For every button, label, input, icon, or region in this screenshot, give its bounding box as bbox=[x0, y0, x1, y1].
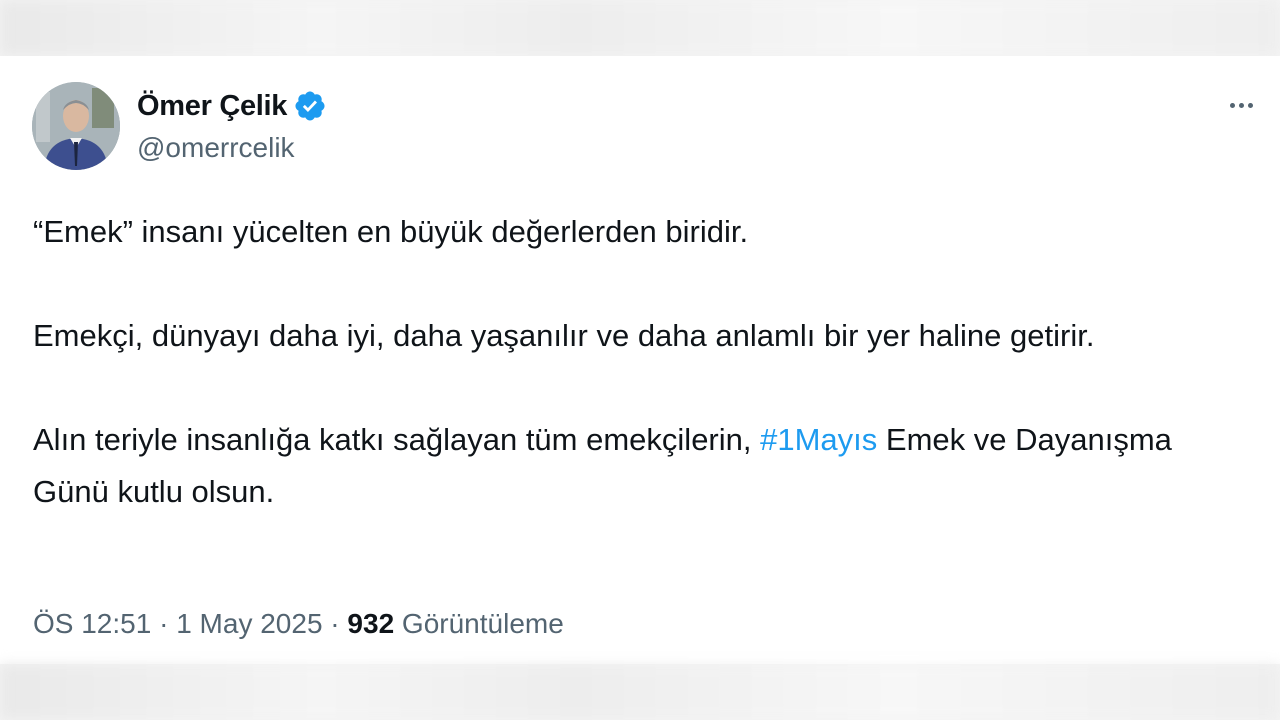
tweet-date[interactable]: 1 May 2025 bbox=[176, 608, 322, 639]
tweet-paragraph-1: “Emek” insanı yücelten en büyük değerler… bbox=[33, 214, 749, 249]
tweet-paragraph-3: Alın teriyle insanlığa katkı sağlayan tü… bbox=[33, 414, 1233, 518]
more-horizontal-icon bbox=[1238, 102, 1244, 108]
tweet-paragraph-2: Emekçi, dünyayı daha iyi, daha yaşanılır… bbox=[33, 318, 1095, 353]
author-name-row: Ömer Çelik bbox=[137, 88, 327, 124]
more-horizontal-icon bbox=[1247, 102, 1253, 108]
author-name[interactable]: Ömer Çelik bbox=[137, 90, 287, 123]
avatar[interactable] bbox=[32, 82, 120, 170]
blurred-background-top bbox=[0, 0, 1280, 56]
tweet-text: “Emek” insanı yücelten en büyük değerler… bbox=[33, 206, 1233, 518]
views-count[interactable]: 932 bbox=[347, 608, 394, 639]
separator: · bbox=[151, 608, 177, 639]
views-label: Görüntüleme bbox=[394, 608, 564, 639]
separator: · bbox=[322, 608, 348, 639]
tweet-card: Ömer Çelik @omerrcelik “Emek” insanı yüc… bbox=[0, 56, 1280, 664]
tweet-text-segment: Alın teriyle insanlığa katkı sağlayan tü… bbox=[33, 422, 761, 457]
tweet-time[interactable]: ÖS 12:51 bbox=[33, 608, 151, 639]
more-horizontal-icon bbox=[1229, 102, 1235, 108]
blurred-background-bottom bbox=[0, 664, 1280, 720]
tweet-metadata: ÖS 12:51 · 1 May 2025 · 932 Görüntüleme bbox=[33, 608, 564, 640]
verified-badge-icon[interactable] bbox=[293, 89, 327, 123]
hashtag-link[interactable]: #1Mayıs bbox=[760, 422, 877, 457]
author-handle[interactable]: @omerrcelik bbox=[137, 132, 295, 164]
more-options-button[interactable] bbox=[1220, 90, 1262, 120]
